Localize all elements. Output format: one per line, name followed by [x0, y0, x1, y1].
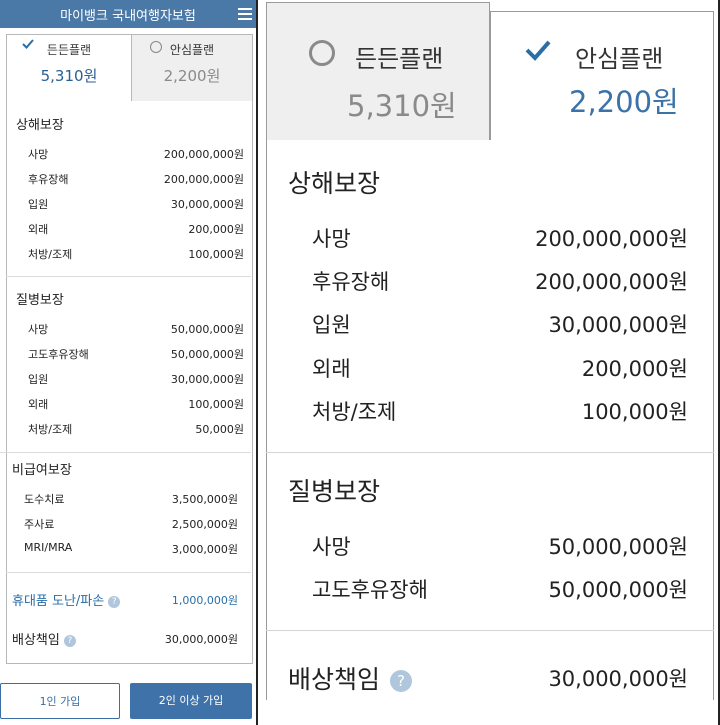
- section-title-injury: 상해보장: [288, 169, 381, 198]
- coverage-value: 100,000원: [188, 398, 244, 411]
- coverage-label: 고도후유장해: [312, 578, 428, 602]
- coverage-value: 50,000,000원: [170, 323, 244, 336]
- help-icon[interactable]: ?: [390, 670, 413, 692]
- radio-icon[interactable]: [150, 41, 162, 53]
- coverage-value: 200,000,000원: [535, 227, 688, 251]
- coverage-value: 50,000,000원: [170, 348, 244, 361]
- right-screen-zoomed: 든든플랜 5,310원 안심플랜 2,200원 상해보장 사망 200,000,…: [256, 0, 720, 725]
- divider: [6, 276, 251, 277]
- coverage-label: 입원: [28, 373, 49, 386]
- liability-value: 30,000,000원: [548, 667, 688, 691]
- plan-tab-dundeun[interactable]: 든든플랜 5,310원: [266, 2, 490, 140]
- coverage-value: 100,000원: [188, 248, 244, 261]
- plan-name: 안심플랜: [575, 45, 664, 73]
- coverage-value: 30,000,000원: [170, 373, 244, 386]
- app-header: 마이뱅크 국내여행자보험: [0, 0, 256, 28]
- plan-price: 5,310원: [40, 67, 98, 85]
- liability-label: 배상책임: [12, 633, 60, 648]
- coverage-label: 사망: [28, 148, 49, 161]
- coverage-label: 고도후유장해: [28, 348, 89, 361]
- radio-icon[interactable]: [309, 40, 335, 66]
- liability-coverage: 배상책임?: [12, 629, 76, 648]
- coverage-value: 3,500,000원: [171, 493, 238, 506]
- coverage-label: 사망: [312, 535, 351, 559]
- help-icon[interactable]: ?: [108, 595, 121, 608]
- divider: [266, 630, 714, 631]
- join-one-button[interactable]: 1인 가입: [0, 683, 120, 719]
- coverage-value: 100,000원: [581, 400, 688, 424]
- section-title-noncovered: 비급여보장: [12, 463, 72, 478]
- coverage-label: 외래: [28, 223, 49, 236]
- coverage-label: 처방/조제: [28, 248, 73, 261]
- hamburger-menu-icon[interactable]: [238, 6, 252, 20]
- coverage-value: 50,000원: [195, 423, 244, 436]
- coverage-label: 사망: [28, 323, 49, 336]
- coverage-value: 50,000,000원: [548, 535, 688, 559]
- app-title: 마이뱅크 국내여행자보험: [60, 9, 196, 24]
- liability-label: 배상책임: [288, 665, 381, 694]
- phone-coverage-value: 1,000,000원: [171, 594, 238, 607]
- section-title-disease: 질병보장: [288, 477, 381, 506]
- coverage-label: 도수치료: [24, 493, 65, 506]
- join-two-plus-button[interactable]: 2인 이상 가입: [130, 683, 252, 719]
- coverage-label: MRI/MRA: [24, 541, 73, 554]
- coverage-label: 입원: [28, 198, 49, 211]
- check-icon: [525, 40, 551, 61]
- section-title-disease: 질병보장: [16, 293, 64, 308]
- coverage-value: 200,000,000원: [535, 270, 688, 294]
- coverage-value: 200,000,000원: [163, 148, 244, 161]
- coverage-label: 사망: [312, 227, 351, 251]
- coverage-value: 200,000,000원: [163, 173, 244, 186]
- plan-price: 5,310원: [347, 89, 457, 123]
- coverage-value: 3,000,000원: [171, 543, 238, 556]
- coverage-label: 후유장해: [312, 270, 390, 294]
- help-icon[interactable]: ?: [63, 634, 76, 647]
- plan-name: 든든플랜: [355, 45, 444, 73]
- phone-coverage: 휴대품 도난/파손?: [12, 590, 121, 609]
- coverage-value: 200,000원: [581, 357, 688, 381]
- liability-value: 30,000,000원: [164, 633, 238, 646]
- coverage-value: 30,000,000원: [548, 313, 688, 337]
- divider: [266, 452, 714, 453]
- divider: [0, 452, 251, 453]
- coverage-value: 200,000원: [188, 223, 244, 236]
- section-title-injury: 상해보장: [16, 118, 64, 133]
- coverage-value: 50,000,000원: [548, 578, 688, 602]
- coverage-label: 입원: [312, 313, 351, 337]
- plan-tab-ansim[interactable]: 안심플랜 2,200원: [490, 11, 714, 140]
- coverage-value: 30,000,000원: [170, 198, 244, 211]
- liability-coverage: 배상책임?: [288, 660, 413, 696]
- divider: [6, 572, 251, 573]
- plan-tab-ansim[interactable]: 안심플랜 2,200원: [131, 34, 253, 101]
- coverage-label: 처방/조제: [28, 423, 73, 436]
- plan-price: 2,200원: [569, 85, 679, 119]
- check-icon: [22, 39, 34, 49]
- coverage-label: 외래: [312, 357, 351, 381]
- coverage-value: 2,500,000원: [171, 518, 238, 531]
- plan-price: 2,200원: [163, 67, 221, 85]
- left-screen: 마이뱅크 국내여행자보험 든든플랜 5,310원 안심플랜 2,200원 상해보…: [0, 0, 256, 725]
- coverage-label: 외래: [28, 398, 49, 411]
- coverage-label: 주사료: [24, 518, 55, 531]
- coverage-label: 후유장해: [28, 173, 69, 186]
- coverage-label: 처방/조제: [312, 400, 397, 424]
- phone-coverage-label: 휴대품 도난/파손: [12, 594, 105, 609]
